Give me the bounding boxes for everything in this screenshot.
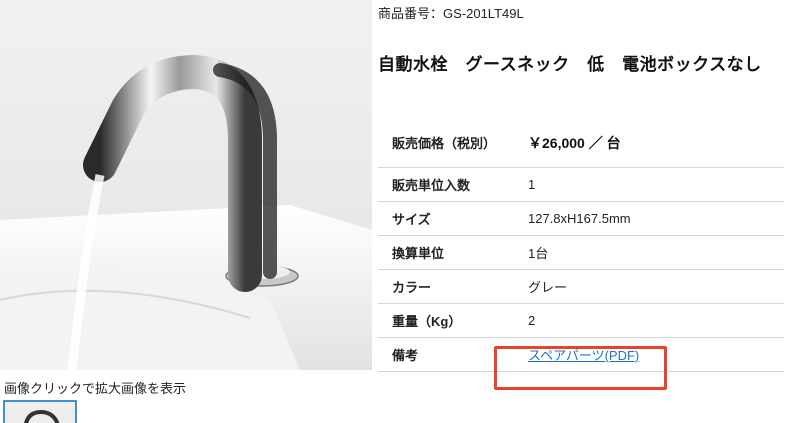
product-image[interactable] (0, 0, 372, 370)
image-caption: 画像クリックで拡大画像を表示 (4, 381, 187, 396)
spec-value: 127.8xH167.5mm (528, 211, 631, 226)
spec-row-unit-count: 販売単位入数 1 (378, 168, 784, 202)
spec-label: カラー (392, 280, 432, 295)
spec-table: 販売価格（税別） ￥26,000 ／ 台 販売単位入数 1 サイズ 127.8x… (378, 118, 784, 390)
product-name: 自動水栓 グースネック 低 電池ボックスなし (378, 55, 762, 74)
spec-label: 重量（Kg） (392, 314, 462, 329)
spec-label: 販売価格（税別） (392, 136, 497, 151)
spec-row-color: カラー グレー (378, 270, 784, 304)
price-value: ￥26,000 ／ 台 (528, 134, 621, 151)
image-thumbnail[interactable] (3, 400, 77, 423)
spec-row-size: サイズ 127.8xH167.5mm (378, 202, 784, 236)
faucet-illustration (0, 54, 372, 370)
spec-row-conversion-unit: 換算単位 1台 (378, 236, 784, 270)
spec-label: サイズ (392, 212, 431, 227)
spec-value: 1台 (528, 246, 549, 261)
spec-value: 1 (528, 177, 536, 192)
spec-row-remarks: 備考 スペアパーツ(PDF) (378, 338, 784, 390)
spare-parts-pdf-link[interactable]: スペアパーツ(PDF) (528, 345, 639, 364)
spec-row-price: 販売価格（税別） ￥26,000 ／ 台 (378, 118, 784, 168)
spec-label: 備考 (392, 348, 419, 363)
product-number: 商品番号：GS-201LT49L (378, 6, 524, 21)
spec-value: グレー (528, 280, 568, 295)
spec-label: 換算単位 (392, 246, 445, 261)
faucet-thumbnail-icon (24, 409, 60, 423)
spec-row-weight: 重量（Kg） 2 (378, 304, 784, 338)
spec-value: 2 (528, 313, 536, 328)
spec-label: 販売単位入数 (392, 178, 471, 193)
